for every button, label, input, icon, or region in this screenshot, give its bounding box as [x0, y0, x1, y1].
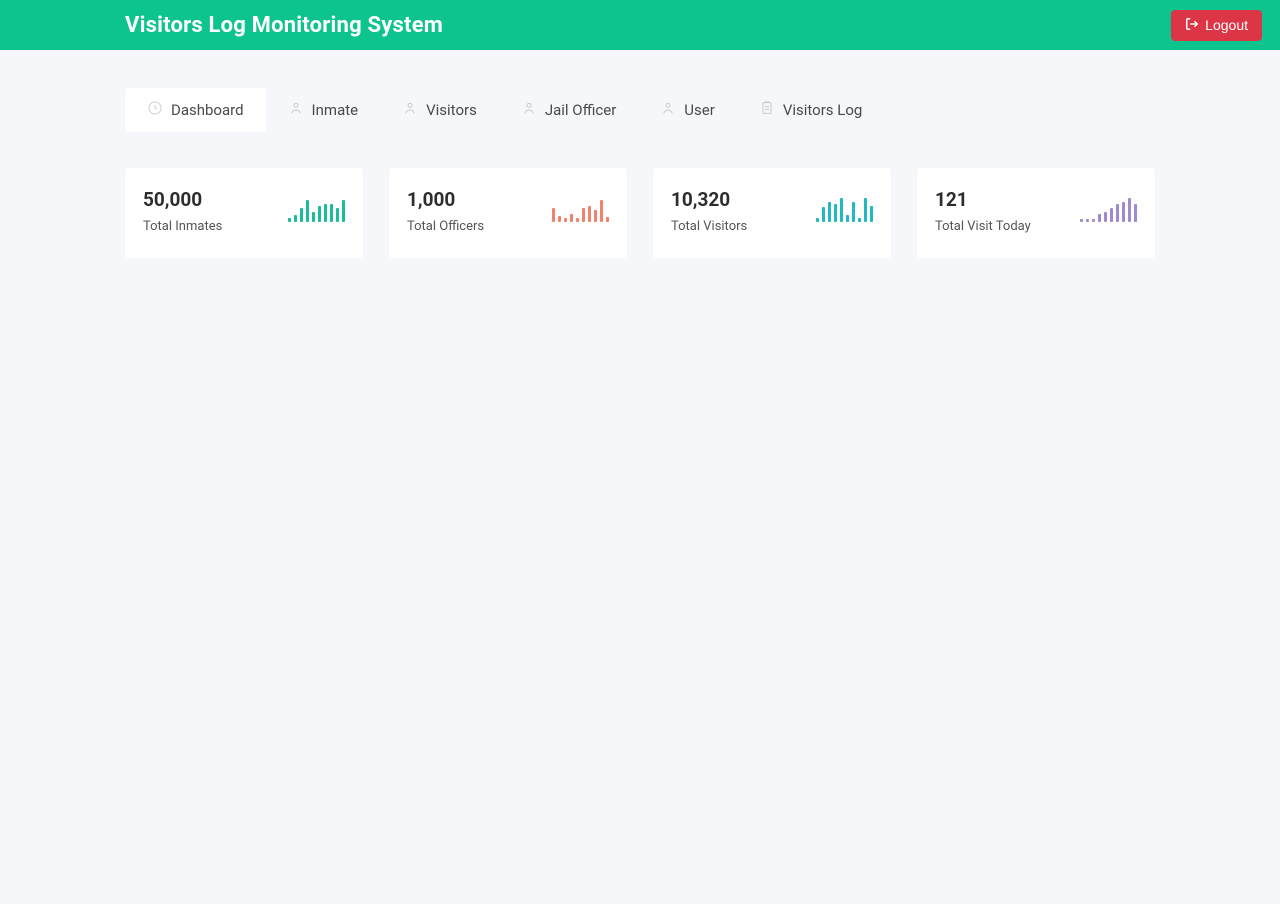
header: Visitors Log Monitoring System Logout [0, 0, 1280, 50]
app-title: Visitors Log Monitoring System [125, 13, 443, 38]
stat-value: 10,320 [671, 188, 747, 211]
stat-label: Total Officers [407, 219, 484, 234]
tab-dashboard[interactable]: Dashboard [125, 88, 266, 132]
stat-label: Total Visit Today [935, 219, 1031, 234]
stat-label: Total Visitors [671, 219, 747, 234]
stat-card-visits-today: 121 Total Visit Today [917, 168, 1155, 258]
stat-cards: 50,000 Total Inmates 1,000 Total Officer… [125, 168, 1155, 258]
stat-value: 50,000 [143, 188, 222, 211]
stat-value: 1,000 [407, 188, 484, 211]
stat-card-inmates: 50,000 Total Inmates [125, 168, 363, 258]
clipboard-icon [759, 100, 775, 120]
tab-jail-officer[interactable]: Jail Officer [499, 88, 638, 132]
tab-label: Visitors [426, 101, 477, 119]
tab-label: Inmate [312, 101, 359, 119]
person-icon [288, 100, 304, 120]
sparkline-icon [1080, 192, 1137, 222]
dashboard-icon [147, 100, 163, 120]
person-icon [402, 100, 418, 120]
sparkline-icon [816, 192, 873, 222]
tab-label: Jail Officer [545, 101, 616, 119]
tab-label: User [684, 101, 715, 119]
tab-inmate[interactable]: Inmate [266, 88, 381, 132]
stat-card-visitors: 10,320 Total Visitors [653, 168, 891, 258]
sparkline-icon [552, 192, 609, 222]
stat-card-officers: 1,000 Total Officers [389, 168, 627, 258]
logout-icon [1185, 17, 1199, 34]
logout-label: Logout [1205, 17, 1248, 33]
person-icon [660, 100, 676, 120]
tab-label: Dashboard [171, 101, 244, 119]
tab-label: Visitors Log [783, 101, 863, 119]
tabs: Dashboard Inmate Visitors Jail Officer [125, 88, 1280, 132]
logout-button[interactable]: Logout [1171, 10, 1262, 41]
stat-label: Total Inmates [143, 219, 222, 234]
tab-visitors[interactable]: Visitors [380, 88, 499, 132]
person-icon [521, 100, 537, 120]
sparkline-icon [288, 192, 345, 222]
tab-user[interactable]: User [638, 88, 737, 132]
stat-value: 121 [935, 188, 1031, 211]
tab-visitors-log[interactable]: Visitors Log [737, 88, 885, 132]
